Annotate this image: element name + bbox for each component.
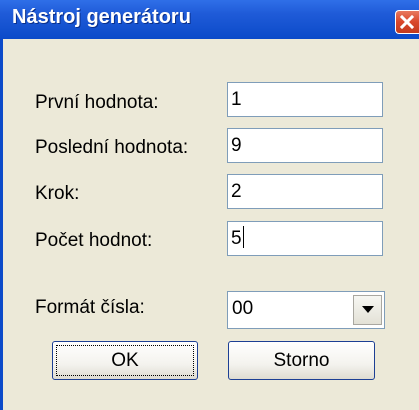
text-caret bbox=[242, 226, 244, 248]
last-value-input[interactable]: 9 bbox=[227, 128, 383, 163]
window-frame-left bbox=[0, 39, 3, 410]
chevron-down-icon bbox=[362, 306, 374, 313]
count-input[interactable]: 5 bbox=[227, 221, 383, 256]
step-text: 2 bbox=[231, 181, 242, 202]
close-icon bbox=[399, 14, 415, 30]
ok-button[interactable]: OK bbox=[52, 341, 198, 380]
number-format-label: Formát čísla: bbox=[35, 297, 145, 318]
cancel-button-label: Storno bbox=[273, 350, 330, 371]
first-value-text: 1 bbox=[231, 89, 242, 110]
close-button[interactable] bbox=[395, 10, 419, 34]
number-format-value: 00 bbox=[232, 298, 254, 319]
title-bar[interactable]: Nástroj generátoru bbox=[0, 0, 419, 39]
window-title: Nástroj generátoru bbox=[12, 6, 191, 28]
count-text: 5 bbox=[231, 228, 242, 249]
step-label: Krok: bbox=[35, 183, 80, 204]
number-format-select[interactable]: 00 bbox=[227, 291, 385, 329]
step-input[interactable]: 2 bbox=[227, 174, 383, 209]
first-value-input[interactable]: 1 bbox=[227, 82, 383, 117]
last-value-text: 9 bbox=[231, 135, 242, 156]
last-value-label: Poslední hodnota: bbox=[35, 137, 189, 158]
dropdown-button[interactable] bbox=[353, 295, 382, 325]
dialog-window: Nástroj generátoru První hodnota: 1 Posl… bbox=[0, 0, 419, 410]
count-label: Počet hodnot: bbox=[35, 230, 153, 251]
ok-button-label: OK bbox=[111, 350, 139, 371]
first-value-label: První hodnota: bbox=[35, 92, 159, 113]
cancel-button[interactable]: Storno bbox=[228, 341, 375, 380]
